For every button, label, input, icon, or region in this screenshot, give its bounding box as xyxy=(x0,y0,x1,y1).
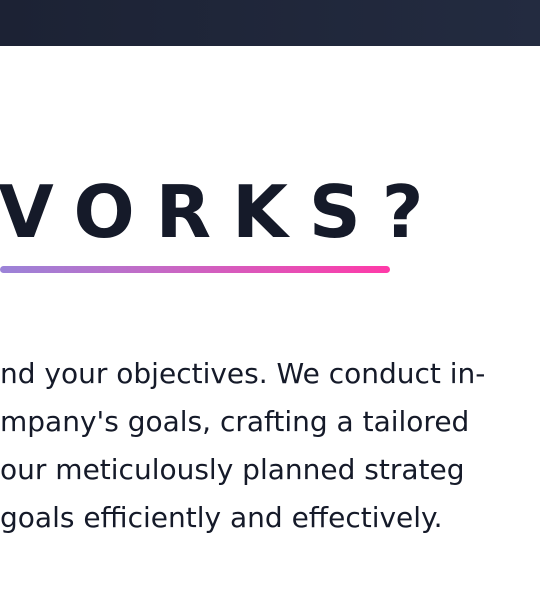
heading-gradient-underline xyxy=(0,266,390,273)
top-navigation-bar xyxy=(0,0,540,46)
paragraph-line: our meticulously planned strateg xyxy=(0,453,465,486)
paragraph-line: mpany's goals, crafting a tailored xyxy=(0,405,470,438)
paragraph-line: goals efficiently and effectively. xyxy=(0,501,443,534)
paragraph-line: nd your objectives. We conduct in- xyxy=(0,357,486,390)
section-paragraph: nd your objectives. We conduct in- mpany… xyxy=(0,350,485,542)
section-heading: VORKS? xyxy=(0,170,445,254)
